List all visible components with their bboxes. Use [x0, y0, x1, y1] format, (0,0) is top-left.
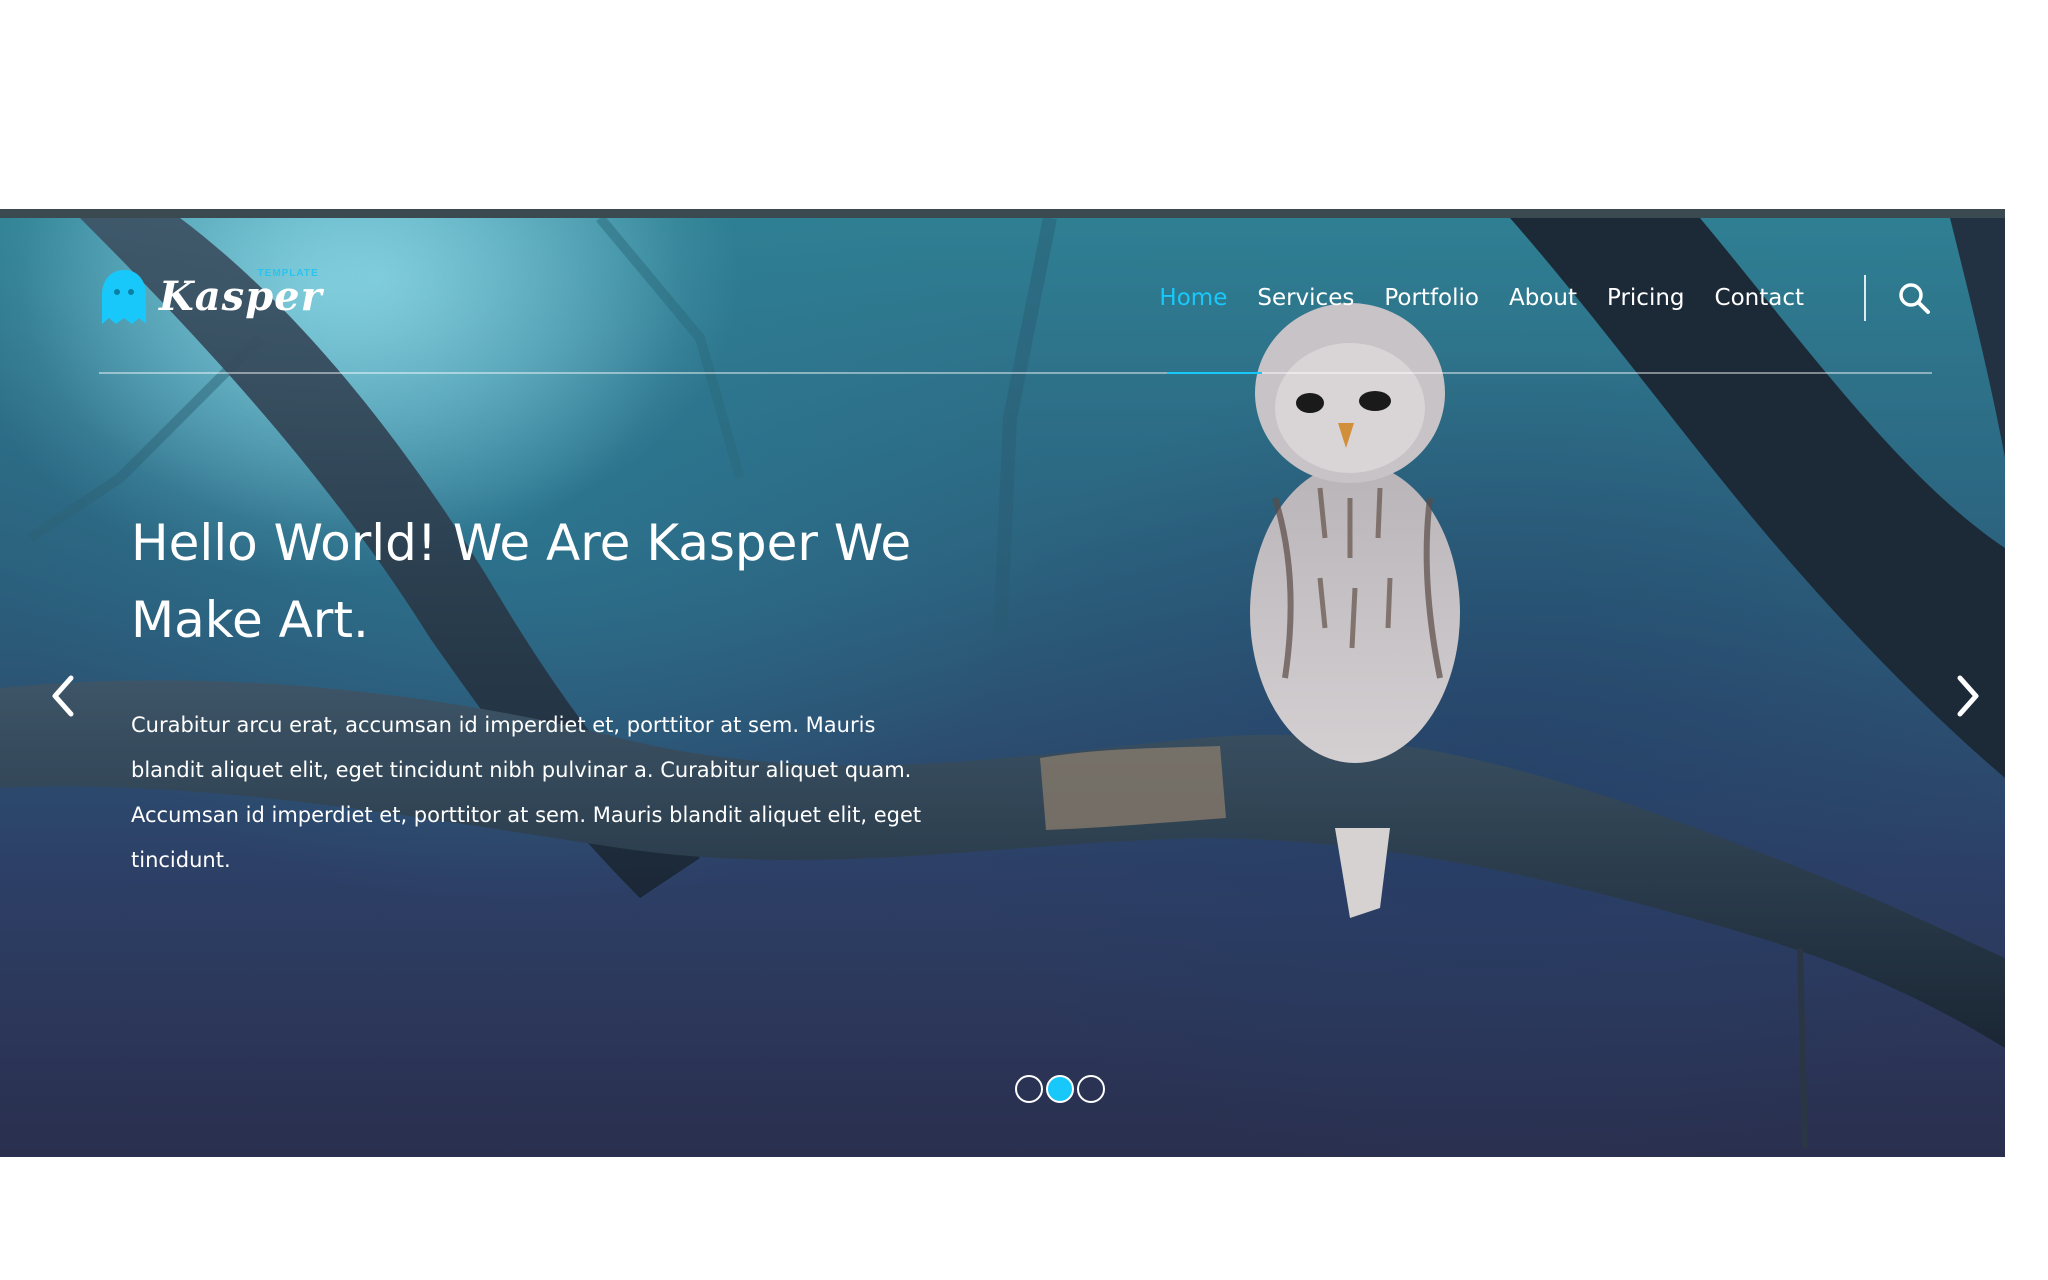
brand-tagline: TEMPLATE — [257, 268, 319, 279]
hero-title: Hello World! We Are Kasper We Make Art. — [131, 514, 912, 649]
site-header: TEMPLATE Kasper Home Services Portfolio … — [99, 218, 1932, 374]
slider-bullet-2[interactable] — [1046, 1075, 1074, 1103]
ghost-icon — [102, 270, 146, 324]
nav-item-services[interactable]: Services — [1257, 285, 1354, 311]
slider-next-button[interactable] — [1948, 666, 1988, 726]
brand-name-text: Kasper — [159, 273, 323, 320]
slider-bullet-3[interactable] — [1077, 1075, 1105, 1103]
brand-name: TEMPLATE Kasper — [159, 269, 323, 317]
nav-item-portfolio[interactable]: Portfolio — [1384, 285, 1479, 311]
main-nav: Home Services Portfolio About Pricing Co… — [1129, 274, 1932, 322]
search-icon — [1899, 283, 1930, 314]
slider-bullet-1[interactable] — [1015, 1075, 1043, 1103]
search-button[interactable] — [1896, 280, 1932, 316]
slider-prev-button[interactable] — [43, 666, 83, 726]
hero-slider: TEMPLATE Kasper Home Services Portfolio … — [0, 218, 2005, 1157]
header-divider-line — [99, 372, 1932, 374]
hero-content: Hello World! We Are Kasper We Make Art. … — [131, 505, 951, 883]
brand-logo[interactable]: TEMPLATE Kasper — [99, 262, 323, 332]
active-nav-underline — [1167, 372, 1262, 374]
slider-pagination — [1015, 1075, 1108, 1103]
hero-description: Curabitur arcu erat, accumsan id imperdi… — [131, 713, 922, 872]
nav-item-home[interactable]: Home — [1159, 285, 1227, 311]
nav-divider — [1864, 275, 1866, 321]
chevron-left-icon — [52, 675, 74, 717]
chevron-right-icon — [1957, 675, 1979, 717]
nav-item-pricing[interactable]: Pricing — [1607, 285, 1685, 311]
nav-item-contact[interactable]: Contact — [1715, 285, 1804, 311]
top-border-bar — [0, 209, 2005, 218]
nav-item-about[interactable]: About — [1509, 285, 1577, 311]
